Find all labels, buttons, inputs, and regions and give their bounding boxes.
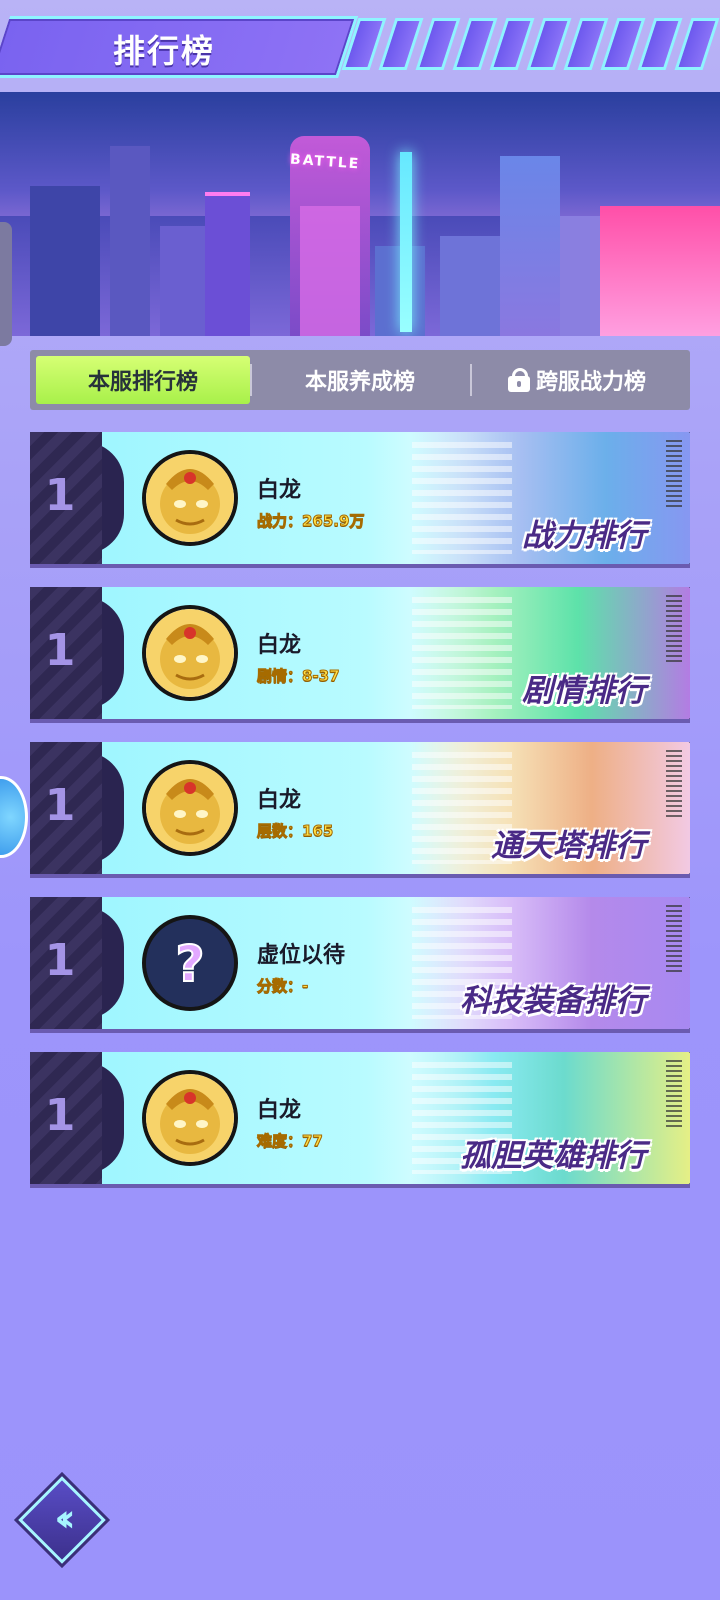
- card-title: 通天塔排行: [491, 828, 646, 864]
- player-name: 白龙: [257, 1098, 302, 1123]
- ranking-card-tech-equipment[interactable]: 1 ? 虚位以待 分数：- 科技装备排行: [30, 897, 690, 1029]
- player-avatar[interactable]: [142, 760, 238, 856]
- title-decoration: [341, 18, 720, 72]
- svg-text:?: ?: [175, 935, 204, 993]
- tab-server-growth[interactable]: 本服养成榜: [250, 356, 470, 404]
- player-stat: 分数：-: [256, 977, 309, 996]
- player-avatar[interactable]: [142, 605, 238, 701]
- golden-hero-icon: [146, 609, 234, 697]
- card-title: 剧情排行: [522, 673, 646, 709]
- player-avatar[interactable]: [142, 1070, 238, 1166]
- barcode-decoration: [666, 1060, 682, 1130]
- player-stat: 层数：165: [256, 822, 334, 841]
- title-bar: 排行榜: [0, 12, 720, 78]
- ranking-card-lone-hero[interactable]: 1 白龙 难度：77 孤胆英雄排行: [30, 1052, 690, 1184]
- tab-cross-server-power[interactable]: 跨服战力榜: [470, 356, 684, 404]
- card-title: 孤胆英雄排行: [460, 1138, 646, 1174]
- tab-label: 跨服战力榜: [535, 370, 646, 395]
- player-stat: 剧情：8-37: [257, 667, 341, 686]
- player-avatar[interactable]: ?: [142, 915, 238, 1011]
- ranking-tabs: 本服排行榜 本服养成榜 跨服战力榜: [30, 350, 690, 410]
- player-name: 白龙: [257, 478, 302, 503]
- barcode-decoration: [666, 905, 682, 975]
- barcode-decoration: [666, 595, 682, 665]
- rank-number: 1: [44, 780, 76, 831]
- lock-icon: [507, 368, 530, 392]
- golden-hero-icon: [146, 454, 234, 542]
- question-mark-icon: ?: [146, 919, 234, 1007]
- side-floating-button[interactable]: [0, 776, 28, 858]
- ranking-card-power[interactable]: 1 白龙 战力：265.9万 战力排行: [30, 432, 690, 564]
- side-drawer-handle[interactable]: [0, 222, 12, 346]
- player-name: 白龙: [257, 788, 302, 813]
- ranking-card-tower[interactable]: 1 白龙 层数：165 通天塔排行: [30, 742, 690, 874]
- rank-number: 1: [44, 1090, 76, 1141]
- player-stat: 战力：265.9万: [256, 512, 365, 531]
- rank-number: 1: [44, 935, 76, 986]
- golden-hero-icon: [146, 1074, 234, 1162]
- back-arrow-icon[interactable]: ‹‹: [32, 1498, 88, 1538]
- tab-label: 本服排行榜: [87, 370, 198, 395]
- rank-number: 1: [44, 470, 76, 521]
- player-name: 白龙: [257, 633, 302, 658]
- tab-label: 本服养成榜: [304, 370, 415, 395]
- barcode-decoration: [666, 750, 682, 820]
- player-avatar[interactable]: [142, 450, 238, 546]
- player-stat: 难度：77: [257, 1132, 324, 1151]
- ranking-card-story[interactable]: 1 白龙 剧情：8-37 剧情排行: [30, 587, 690, 719]
- page-title: 排行榜: [113, 32, 216, 70]
- golden-hero-icon: [146, 764, 234, 852]
- city-banner: BATTLE: [0, 92, 720, 336]
- card-title: 战力排行: [522, 518, 646, 554]
- rank-number: 1: [44, 625, 76, 676]
- tab-server-ranking[interactable]: 本服排行榜: [36, 356, 250, 404]
- barcode-decoration: [666, 440, 682, 510]
- player-name: 虚位以待: [257, 943, 346, 968]
- card-title: 科技装备排行: [460, 983, 646, 1019]
